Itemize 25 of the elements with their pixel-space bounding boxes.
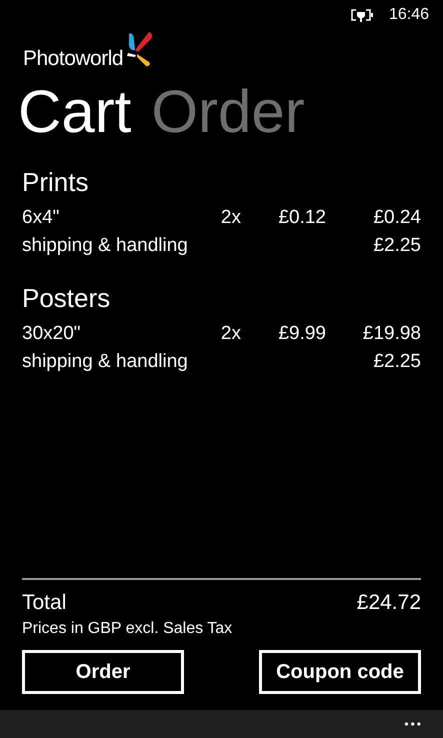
status-time: 16:46 [388, 6, 429, 24]
pivot-tab[interactable]: Cart [18, 78, 132, 146]
pivot-tab[interactable]: Order [151, 78, 305, 146]
item-unit-price: £0.12 [278, 207, 326, 228]
price-note: Prices in GBP excl. Sales Tax [22, 619, 234, 639]
item-name: shipping & handling [22, 350, 189, 374]
battery-charging-icon [350, 8, 373, 22]
item-name: 30x20" [22, 322, 82, 346]
item-quantity: 2x [220, 323, 241, 344]
item-total: £0.24 [373, 207, 421, 228]
more-button[interactable]: ••• [404, 717, 423, 731]
item-total: £19.98 [362, 323, 421, 344]
item-name: 6x4" [22, 206, 60, 230]
app-logo-text: Photoworld [23, 47, 124, 71]
item-quantity: 2x [220, 207, 241, 228]
section-title: Prints [22, 166, 90, 199]
action-button[interactable]: Order [22, 650, 184, 694]
item-name: shipping & handling [22, 234, 189, 258]
total-label: Total [22, 590, 66, 616]
action-button[interactable]: Coupon code [259, 650, 421, 694]
total-value: £24.72 [356, 590, 421, 616]
item-total: £2.25 [373, 235, 421, 256]
item-unit-price: £9.99 [278, 323, 326, 344]
item-total: £2.25 [373, 351, 421, 372]
section-title: Posters [22, 282, 112, 315]
